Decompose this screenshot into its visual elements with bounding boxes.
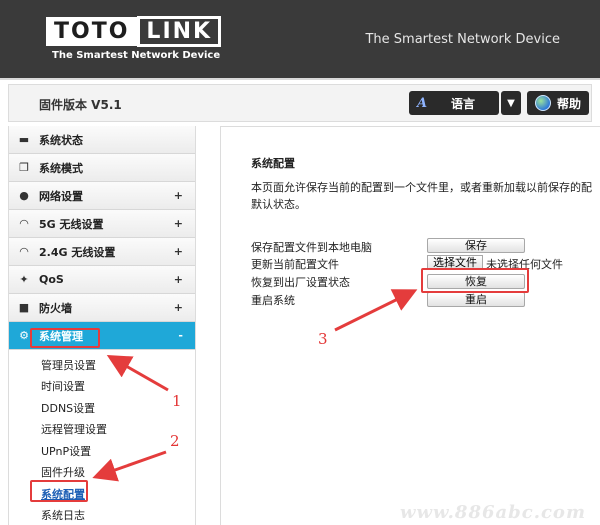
logo-tagline: The Smartest Network Device [52, 50, 221, 61]
language-label: 语言 [451, 96, 476, 111]
menu-item-qos[interactable]: ✦ QoS + [9, 266, 195, 294]
description-line-2: 默认状态。 [251, 198, 306, 211]
menu-label: 2.4G 无线设置 [39, 245, 116, 259]
help-button[interactable]: 帮助 [527, 91, 589, 115]
page-title: 系统配置 [251, 157, 295, 170]
menu-label: 5G 无线设置 [39, 217, 104, 231]
annotation-box-system-management [30, 328, 100, 348]
submenu-remote-management[interactable]: 远程管理设置 [9, 419, 195, 441]
expand-indicator: + [173, 217, 183, 230]
expand-indicator: + [173, 273, 183, 286]
language-dropdown-caret[interactable]: ▼ [501, 91, 521, 115]
main-panel: 系统配置 本页面允许保存当前的配置到一个文件里，或者重新加载以前保存的配 默认状… [220, 126, 600, 525]
submenu-system-log[interactable]: 系统日志 [9, 505, 195, 525]
menu-label: QoS [39, 273, 64, 286]
menu-item-firewall[interactable]: ■ 防火墙 + [9, 294, 195, 322]
menu-label: 防火墙 [39, 301, 72, 315]
factory-reset-label: 恢复到出厂设置状态 [251, 276, 350, 289]
sidebar: ▬ 系统状态 ❐ 系统模式 ● 网络设置 + ◠ 5G 无线设置 + ◠ 2.4… [8, 126, 196, 525]
page-description: 本页面允许保存当前的配置到一个文件里，或者重新加载以前保存的配 默认状态。 [251, 179, 596, 213]
submenu-ddns-settings[interactable]: DDNS设置 [9, 397, 195, 419]
annotation-number-2: 2 [170, 432, 180, 450]
annotation-box-system-config [30, 480, 88, 502]
menu-item-mode[interactable]: ❐ 系统模式 [9, 154, 195, 182]
qos-icon: ✦ [19, 273, 29, 286]
reboot-button[interactable]: 重启 [427, 292, 525, 307]
lock-icon: ■ [18, 301, 30, 314]
save-config-label: 保存配置文件到本地电脑 [251, 241, 372, 254]
menu-label: 系统模式 [39, 161, 83, 175]
menu-label: 系统状态 [39, 133, 83, 147]
language-icon: A [417, 95, 428, 111]
update-config-label: 更新当前配置文件 [251, 258, 339, 271]
description-line-1: 本页面允许保存当前的配置到一个文件里，或者重新加载以前保存的配 [251, 181, 592, 194]
menu-item-wireless-5g[interactable]: ◠ 5G 无线设置 + [9, 210, 195, 238]
save-button[interactable]: 保存 [427, 238, 525, 253]
gear-icon: ⚙ [19, 329, 29, 342]
annotation-number-1: 1 [172, 392, 182, 410]
menu-item-wireless-24g[interactable]: ◠ 2.4G 无线设置 + [9, 238, 195, 266]
mode-icon: ❐ [19, 161, 29, 174]
submenu-admin-settings[interactable]: 管理员设置 [9, 354, 195, 376]
help-label: 帮助 [557, 96, 582, 111]
firmware-version: 固件版本 V5.1 [39, 98, 122, 112]
expand-indicator: + [173, 189, 183, 202]
watermark: www.886abc.com [399, 502, 586, 523]
annotation-box-restore-button [421, 268, 529, 293]
collapse-indicator: - [178, 329, 183, 342]
top-bar: 固件版本 V5.1 A 语言 ▼ 帮助 [8, 84, 592, 122]
menu-label: 网络设置 [39, 189, 83, 203]
logo-toto: TOTO [46, 17, 138, 46]
menu-item-network[interactable]: ● 网络设置 + [9, 182, 195, 210]
wifi-icon: ◠ [19, 245, 29, 258]
help-globe-icon [535, 95, 551, 111]
header: TOTO LINK The Smartest Network Device Th… [0, 0, 600, 80]
wifi-icon: ◠ [19, 217, 29, 230]
header-tagline: The Smartest Network Device [365, 32, 560, 47]
submenu-upnp-settings[interactable]: UPnP设置 [9, 440, 195, 462]
router-admin-page: TOTO LINK The Smartest Network Device Th… [0, 0, 600, 525]
caret-down-icon: ▼ [507, 97, 515, 109]
reboot-label: 重启系统 [251, 294, 295, 307]
logo-link: LINK [137, 16, 222, 47]
submenu-time-settings[interactable]: 时间设置 [9, 376, 195, 398]
expand-indicator: + [173, 301, 183, 314]
annotation-number-3: 3 [318, 330, 328, 348]
totolink-logo: TOTO LINK [46, 16, 222, 47]
status-icon: ▬ [18, 133, 30, 146]
globe-icon: ● [19, 189, 29, 202]
language-button[interactable]: A 语言 [409, 91, 499, 115]
menu-item-status[interactable]: ▬ 系统状态 [9, 126, 195, 154]
expand-indicator: + [173, 245, 183, 258]
